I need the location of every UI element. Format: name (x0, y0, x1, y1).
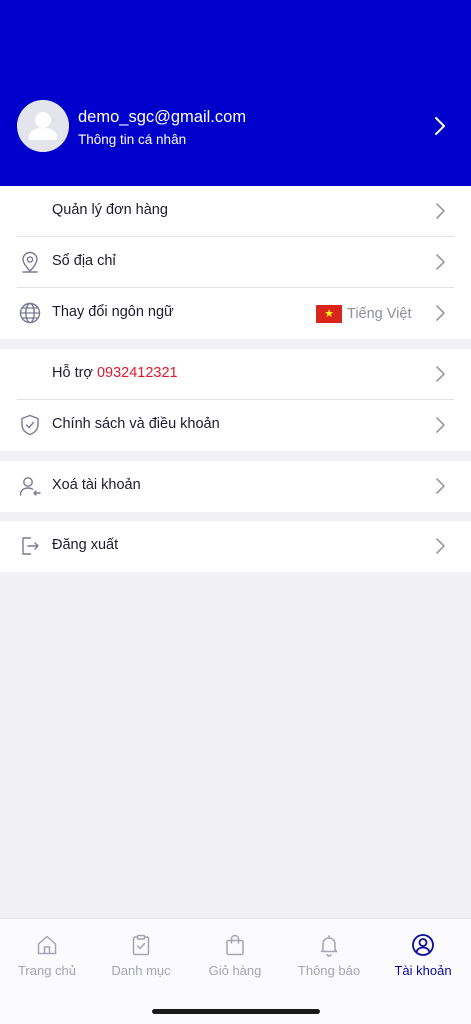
menu-item-label: Xoá tài khoản (52, 477, 141, 493)
menu-group-logout: Đăng xuất (0, 521, 471, 572)
tab-categories[interactable]: Danh mục (94, 933, 188, 985)
chevron-right-icon (432, 476, 448, 496)
home-indicator (152, 1009, 320, 1014)
tab-cart[interactable]: Giỏ hàng (188, 933, 282, 985)
logout-icon (18, 534, 42, 558)
globe-icon (18, 301, 42, 325)
tab-home[interactable]: Trang chủ (0, 933, 94, 985)
tab-label: Thông báo (297, 963, 361, 978)
home-icon (35, 933, 59, 957)
tab-label: Danh mục (111, 963, 171, 978)
menu-item-label: Sổ địa chỉ (52, 253, 116, 269)
menu-group-delete: Xoá tài khoản (0, 461, 471, 512)
support-phone[interactable]: 0932412321 (97, 365, 178, 381)
user-circle-icon (411, 933, 435, 957)
chevron-right-icon (432, 252, 448, 272)
profile-subtitle: Thông tin cá nhân (78, 132, 187, 147)
avatar (17, 100, 69, 152)
tab-label: Giỏ hàng (208, 963, 262, 978)
chevron-right-icon[interactable] (430, 115, 450, 137)
menu-item-change-language[interactable]: Thay đổi ngôn ngữ ★ Tiếng Việt (0, 288, 471, 339)
profile-header[interactable]: demo_sgc@gmail.com Thông tin cá nhân (0, 0, 471, 186)
profile-email: demo_sgc@gmail.com (78, 108, 247, 126)
menu-item-label: Thay đổi ngôn ngữ (52, 304, 174, 320)
tab-label: Tài khoản (394, 963, 452, 978)
menu-group-account: Quản lý đơn hàng Sổ địa chỉ Thay đổi ngô… (0, 186, 471, 339)
menu-item-orders[interactable]: Quản lý đơn hàng (0, 186, 471, 237)
clipboard-icon (129, 933, 153, 957)
chevron-right-icon (432, 415, 448, 435)
menu-item-logout[interactable]: Đăng xuất (0, 521, 471, 572)
chevron-right-icon (432, 303, 448, 323)
vietnam-flag-icon: ★ (316, 305, 342, 323)
current-language: ★ Tiếng Việt (316, 304, 412, 324)
bell-icon (317, 933, 341, 957)
menu-item-support[interactable]: Hỗ trợ 0932412321 (0, 349, 471, 400)
tab-label: Trang chủ (17, 963, 77, 978)
user-remove-icon (18, 474, 42, 498)
shield-check-icon (18, 413, 42, 437)
chevron-right-icon (432, 201, 448, 221)
user-placeholder-icon (17, 100, 69, 152)
tab-account[interactable]: Tài khoản (376, 933, 470, 985)
chevron-right-icon (432, 364, 448, 384)
shopping-bag-icon (223, 933, 247, 957)
current-language-label: Tiếng Việt (347, 306, 412, 322)
menu-item-label: Hỗ trợ 0932412321 (52, 365, 178, 381)
chevron-right-icon (432, 536, 448, 556)
menu-item-label: Đăng xuất (52, 537, 119, 553)
location-pin-icon (18, 250, 42, 274)
menu-item-policy[interactable]: Chính sách và điều khoản (0, 400, 471, 451)
menu-item-label: Quản lý đơn hàng (52, 202, 168, 218)
menu-item-address-book[interactable]: Sổ địa chỉ (0, 237, 471, 288)
support-label: Hỗ trợ (52, 365, 93, 381)
menu-item-delete-account[interactable]: Xoá tài khoản (0, 461, 471, 512)
menu-item-label: Chính sách và điều khoản (52, 416, 220, 432)
menu-group-support: Hỗ trợ 0932412321 Chính sách và điều kho… (0, 349, 471, 451)
tab-notifications[interactable]: Thông báo (282, 933, 376, 985)
